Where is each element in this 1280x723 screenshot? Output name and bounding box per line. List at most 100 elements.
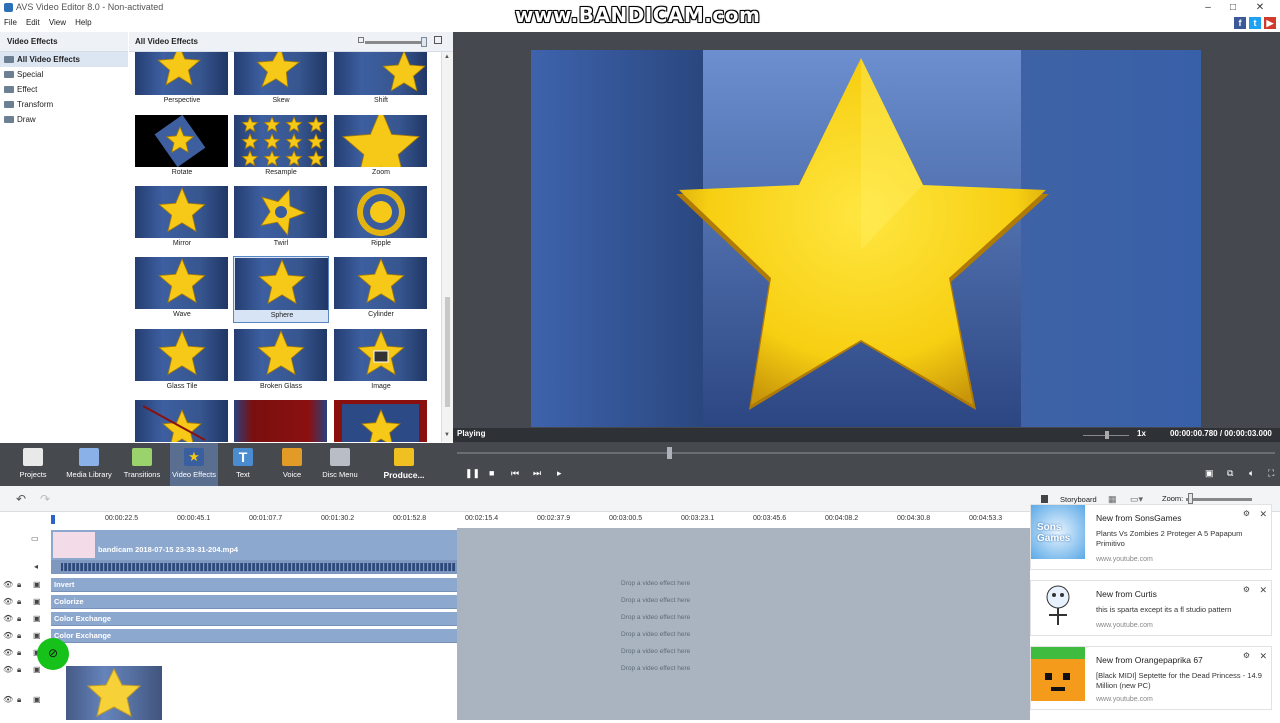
youtube-notification[interactable]: Sons Games New from SonsGames Plants Vs Zo… (1030, 504, 1272, 570)
seek-knob[interactable] (667, 447, 672, 459)
effect-track-colorize[interactable]: Colorize (51, 595, 457, 609)
effect-broken-glass[interactable]: Broken Glass (233, 328, 329, 395)
effect-shift[interactable]: Shift (333, 52, 429, 109)
effect-effect-18[interactable] (333, 399, 429, 442)
thumb-size-large-icon[interactable] (434, 36, 442, 44)
next-frame-icon[interactable]: ⏭ (533, 468, 541, 479)
scroll-up-icon[interactable]: ▲ (444, 54, 450, 60)
transitions-button[interactable]: Transitions (118, 443, 166, 486)
lock-icon[interactable]: 🔒︎ (17, 695, 21, 705)
category-effect[interactable]: Effect (0, 82, 128, 97)
track-fx-icon[interactable]: ▣ (33, 597, 41, 606)
eye-icon[interactable]: 👁︎ (3, 648, 13, 657)
video-effects-button[interactable]: ★ Video Effects (170, 443, 218, 486)
lock-icon[interactable]: 🔒︎ (17, 580, 21, 590)
eye-icon[interactable]: 👁︎ (3, 597, 13, 606)
track-fx-icon[interactable]: ▣ (33, 631, 41, 640)
effect-perspective[interactable]: Perspective (134, 52, 230, 109)
voice-button[interactable]: Voice (270, 443, 314, 486)
eye-icon[interactable]: 👁︎ (3, 631, 13, 640)
settings-gear-icon[interactable]: ⚙ (1243, 651, 1250, 660)
thumb-size-slider-knob[interactable] (421, 37, 427, 47)
settings-gear-icon[interactable]: ⚙ (1243, 509, 1250, 518)
track-fx-icon[interactable]: ▣ (33, 665, 41, 674)
effect-resample[interactable]: Resample (233, 114, 329, 181)
effect-sphere[interactable]: Sphere (233, 256, 329, 323)
effect-track-invert[interactable]: Invert (51, 578, 457, 592)
storyboard-icon[interactable] (1041, 495, 1048, 503)
disc-menu-button[interactable]: Disc Menu (318, 443, 362, 486)
menu-help[interactable]: Help (75, 16, 91, 30)
effect-effect-16[interactable] (134, 399, 230, 442)
settings-gear-icon[interactable]: ⚙ (1243, 585, 1250, 594)
close-icon[interactable]: ✕ (1259, 585, 1267, 596)
effect-zoom[interactable]: Zoom (333, 114, 429, 181)
prev-frame-icon[interactable]: ⏮ (511, 468, 519, 479)
timeline-ruler[interactable]: 00:00:22.5 00:00:45.1 00:01:07.7 00:01:30.2… (51, 512, 1031, 526)
zoom-slider-knob[interactable] (1188, 493, 1193, 504)
produce-button[interactable]: Produce... (374, 443, 434, 486)
effect-ripple[interactable]: Ripple (333, 185, 429, 252)
playhead-marker[interactable] (51, 515, 55, 524)
minimize-icon[interactable]: – (1196, 0, 1220, 16)
track-fx-icon[interactable]: ▣ (33, 580, 41, 589)
menu-edit[interactable]: Edit (26, 16, 40, 30)
snapshot-icon[interactable]: ▣ (1205, 468, 1214, 479)
menu-file[interactable]: File (4, 16, 17, 30)
fullscreen-icon[interactable]: ⛶ (1268, 468, 1274, 479)
preview-frame[interactable] (531, 50, 1201, 427)
eye-icon[interactable]: 👁︎ (3, 580, 13, 589)
scroll-down-icon[interactable]: ▼ (444, 432, 450, 438)
effect-image[interactable]: Image (333, 328, 429, 395)
volume-icon[interactable]: 🔈︎ (1249, 468, 1254, 479)
projects-button[interactable]: Projects (8, 443, 58, 486)
effect-mirror[interactable]: Mirror (134, 185, 230, 252)
undo-icon[interactable]: ↶ (16, 492, 26, 506)
lock-icon[interactable]: 🔒︎ (17, 648, 21, 658)
thumb-size-slider[interactable] (365, 41, 425, 44)
stop-icon[interactable]: ■ (489, 468, 494, 478)
eye-icon[interactable]: 👁︎ (3, 695, 13, 704)
lock-icon[interactable]: 🔒︎ (17, 665, 21, 675)
effects-scrollbar[interactable]: ▲ ▼ (441, 52, 453, 442)
close-icon[interactable]: ✕ (1259, 509, 1267, 520)
zoom-slider[interactable] (1186, 498, 1252, 501)
twitter-icon[interactable]: t (1249, 17, 1261, 29)
category-draw[interactable]: Draw (0, 112, 128, 127)
seek-bar[interactable] (457, 452, 1275, 454)
external-window-icon[interactable]: ⧉ (1227, 468, 1233, 479)
category-special[interactable]: Special (0, 67, 128, 82)
eye-icon[interactable]: 👁︎ (3, 614, 13, 623)
video-clip[interactable]: bandicam 2018-07-15 23-33-31-204.mp4 (51, 530, 457, 560)
maximize-icon[interactable]: □ (1221, 0, 1245, 16)
menu-view[interactable]: View (49, 16, 66, 30)
playback-speed[interactable]: 1x (1137, 429, 1146, 438)
audio-track[interactable] (51, 560, 457, 574)
thumb-size-small-icon[interactable] (358, 37, 364, 43)
text-button[interactable]: T Text (222, 443, 264, 486)
track-fx-icon[interactable]: ▣ (33, 695, 41, 704)
effect-skew[interactable]: Skew (233, 52, 329, 109)
lock-icon[interactable]: 🔒︎ (17, 597, 21, 607)
media-library-button[interactable]: Media Library (62, 443, 116, 486)
eye-icon[interactable]: 👁︎ (3, 665, 13, 674)
close-icon[interactable]: ✕ (1248, 0, 1272, 16)
effect-effect-17[interactable] (233, 399, 329, 442)
effect-twirl[interactable]: Twirl (233, 185, 329, 252)
facebook-icon[interactable]: f (1234, 17, 1246, 29)
pause-icon[interactable]: ❚❚ (465, 468, 480, 479)
effect-track-color-exchange[interactable]: Color Exchange (51, 612, 457, 626)
effect-glass-tile[interactable]: Glass Tile (134, 328, 230, 395)
effect-track-color-exchange-2[interactable]: Color Exchange (51, 629, 457, 643)
effect-wave[interactable]: Wave (134, 256, 230, 323)
track-fx-icon[interactable]: ▣ (33, 614, 41, 623)
lock-icon[interactable]: 🔒︎ (17, 631, 21, 641)
effect-cylinder[interactable]: Cylinder (333, 256, 429, 323)
youtube-notification[interactable]: New from Orangepaprika 67 [Black MIDI] Se… (1030, 646, 1272, 710)
redo-icon[interactable]: ↷ (40, 492, 50, 506)
lock-icon[interactable]: 🔒︎ (17, 614, 21, 624)
fullscreen-play-icon[interactable]: ▸ (557, 468, 562, 479)
scroll-thumb[interactable] (445, 297, 450, 407)
effect-rotate[interactable]: Rotate (134, 114, 230, 181)
storyboard-toggle[interactable]: Storyboard (1060, 495, 1097, 504)
